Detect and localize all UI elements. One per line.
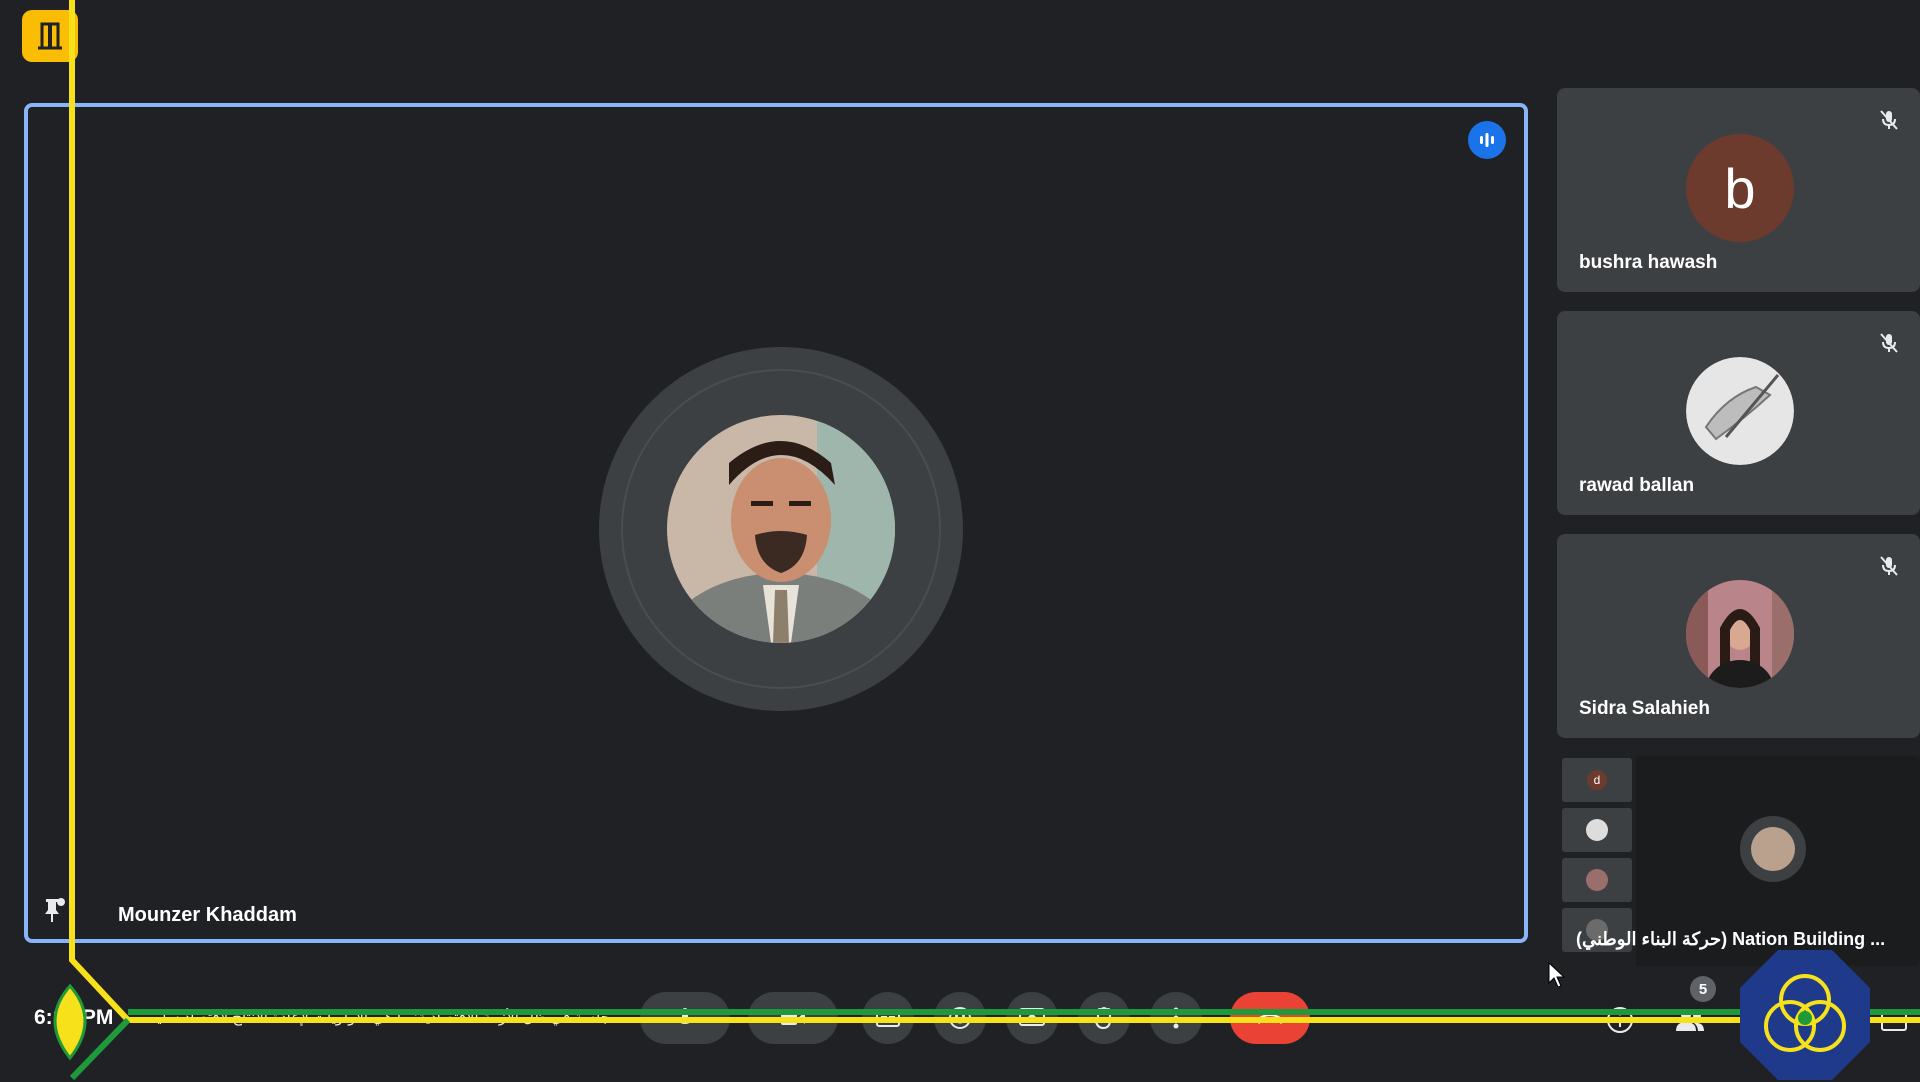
mini-grid-label: (حركة البناء الوطني) Nation Building ... <box>1576 929 1886 949</box>
participant-count-badge: 5 <box>1690 976 1716 1002</box>
speaker-avatar-ring <box>599 347 963 711</box>
door-icon <box>38 22 62 50</box>
mini-thumbnail <box>1562 808 1632 852</box>
raise-hand-button[interactable] <box>1078 992 1130 1044</box>
emoji-icon <box>949 1007 971 1029</box>
pin-icon[interactable] <box>42 896 66 929</box>
captions-button[interactable] <box>862 992 914 1044</box>
present-button[interactable] <box>1006 992 1058 1044</box>
mic-icon <box>678 1008 692 1025</box>
speaker-avatar <box>667 415 895 643</box>
present-icon <box>1019 1008 1045 1026</box>
emoji-button[interactable] <box>934 992 986 1044</box>
speaking-indicator-icon <box>1468 121 1506 159</box>
activities-icon <box>1881 1009 1907 1031</box>
organization-logo <box>1740 950 1870 1080</box>
end-call-button[interactable] <box>1230 992 1310 1044</box>
participant-avatar <box>1686 357 1794 465</box>
mic-off-icon <box>1878 331 1900 360</box>
participant-name: bushra hawash <box>1579 252 1718 273</box>
people-button[interactable] <box>1668 998 1712 1042</box>
more-vert-icon <box>1173 1007 1179 1029</box>
participant-tile-sidra[interactable]: Sidra Salahieh <box>1557 534 1920 738</box>
mini-speaker-avatar <box>1740 816 1806 882</box>
mini-grid-tile[interactable]: d (حركة البناء الوطني) Nation Building .… <box>1560 756 1920 966</box>
raise-hand-icon <box>1094 1006 1111 1030</box>
clock: 6:19 PM <box>34 1006 114 1029</box>
door-icon-button[interactable] <box>22 10 78 62</box>
participant-tile-rawad[interactable]: rawad ballan <box>1557 311 1920 515</box>
captions-icon <box>876 1009 900 1027</box>
main-speaker-name: Mounzer Khaddam <box>118 904 297 926</box>
main-speaker-tile[interactable]: Mounzer Khaddam <box>24 103 1528 943</box>
participant-name: rawad ballan <box>1579 475 1695 496</box>
camera-button[interactable] <box>748 992 838 1044</box>
mic-off-icon <box>1878 554 1900 583</box>
end-call-icon <box>1255 1014 1285 1024</box>
participant-tile-bushra[interactable]: b bushra hawash <box>1557 88 1920 292</box>
participant-avatar: b <box>1686 134 1794 242</box>
news-ticker: جلسة في ظل الأزمة الاقتصادية: ما هي الاو… <box>150 1009 610 1026</box>
activities-button[interactable] <box>1872 998 1916 1042</box>
participant-avatar <box>1686 580 1794 688</box>
mic-off-icon <box>1878 108 1900 137</box>
people-icon <box>1676 1010 1704 1031</box>
more-options-button[interactable] <box>1150 992 1202 1044</box>
mic-button[interactable] <box>640 992 730 1044</box>
camera-icon <box>781 1011 805 1025</box>
mini-thumbnail <box>1562 858 1632 902</box>
mini-thumbnail: d <box>1562 758 1632 802</box>
meeting-info-button[interactable] <box>1598 998 1642 1042</box>
mouse-cursor-icon <box>1548 962 1566 988</box>
participant-name: Sidra Salahieh <box>1579 698 1710 719</box>
info-icon <box>1607 1007 1633 1033</box>
